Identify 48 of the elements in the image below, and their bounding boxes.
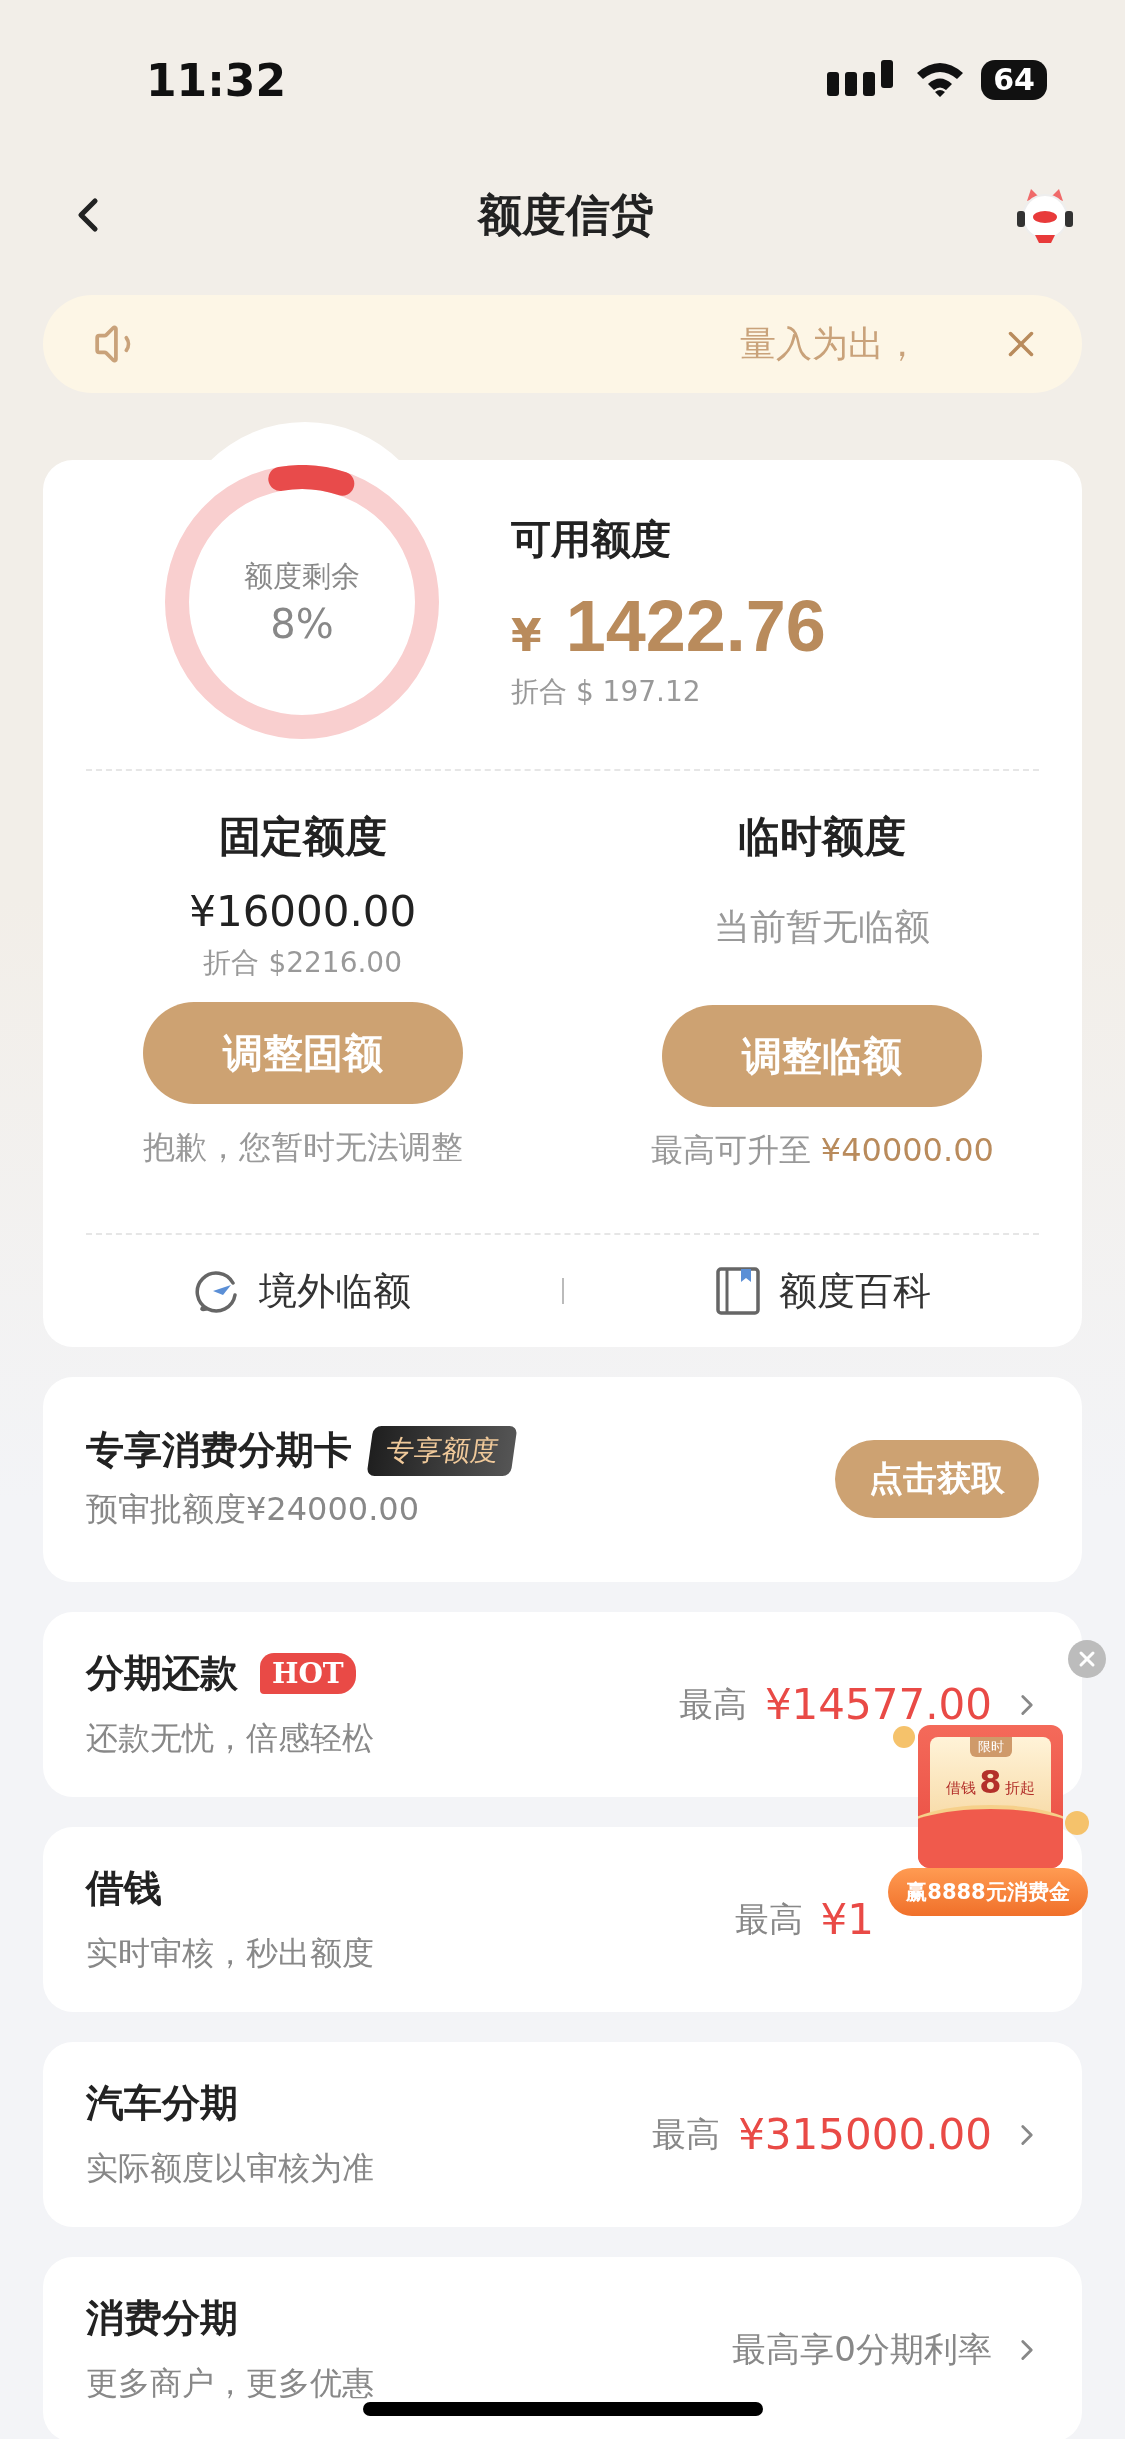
limit-note: 最高可升至 ¥40000.00 — [650, 1130, 994, 1171]
converted-amount: 折合 $ 197.12 — [511, 674, 702, 710]
ring-percentage: 8% — [270, 601, 334, 647]
limit-title: 固定额度 — [218, 811, 387, 863]
shortcut-link[interactable]: 境外临额 — [43, 1265, 562, 1317]
product-row[interactable]: 汽车分期 实际额度以审核为准 最高 ¥315000.00 — [43, 2042, 1082, 2227]
wifi-icon — [915, 61, 966, 99]
amount-prefix: 最高 — [734, 1897, 803, 1941]
amount-prefix: 最高 — [678, 1682, 747, 1726]
limit-note: 抱歉，您暂时无法调整 — [142, 1127, 463, 1168]
coin-icon — [1064, 1810, 1090, 1836]
currency-symbol: ¥ — [511, 610, 542, 661]
page-title: 额度信贷 — [477, 187, 654, 242]
product-subtitle: 更多商户，更多优惠 — [86, 2363, 374, 2404]
promo-tag: 限时 — [969, 1737, 1012, 1757]
offer-tag: 专享额度 — [366, 1425, 518, 1476]
coin-icon — [892, 1725, 916, 1749]
offer-title: 专享消费分期卡 — [86, 1427, 352, 1474]
product-subtitle: 还款无忧，倍感轻松 — [86, 1718, 374, 1759]
product-subtitle: 实时审核，秒出额度 — [86, 1933, 374, 1974]
gift-envelope[interactable]: 限时 借钱 8 折起 — [918, 1725, 1063, 1868]
available-amount: 1422.76 — [565, 585, 826, 667]
max-amount: ¥1 — [820, 1895, 874, 1944]
product-title: 汽车分期 — [86, 2080, 238, 2127]
promo-text: 借钱 — [946, 1779, 977, 1798]
battery-level: 64 — [981, 60, 1047, 100]
limit-amount: ¥16000.00 — [189, 887, 417, 936]
mascot-icon[interactable] — [1015, 187, 1075, 243]
amount-prefix: 最高 — [652, 2112, 721, 2156]
status-time: 11:32 — [146, 54, 287, 106]
converted-amount: 折合 $2216.00 — [203, 945, 402, 981]
amount-prefix: 最高享0分期利率 — [732, 2327, 992, 2371]
offer-subtitle: 预审批额度¥24000.00 — [86, 1489, 421, 1530]
product-subtitle: 实际额度以审核为准 — [86, 2148, 374, 2189]
promo-text: 折起 — [1004, 1779, 1035, 1798]
product-title: 借钱 — [86, 1865, 162, 1912]
hot-badge: HOT — [260, 1653, 356, 1694]
product-row[interactable]: 消费分期 更多商户，更多优惠 最高享0分期利率 — [43, 2257, 1082, 2439]
product-title: 分期还款 — [86, 1650, 238, 1697]
max-amount: ¥315000.00 — [738, 2110, 992, 2159]
available-label: 可用额度 — [511, 515, 672, 564]
book-icon — [714, 1266, 761, 1316]
shortcut-link[interactable]: 额度百科 — [563, 1265, 1082, 1317]
limit-status: 当前暂无临额 — [714, 905, 931, 949]
ring-label: 额度剩余 — [244, 558, 360, 595]
notice-text: 量入为出， — [740, 321, 920, 366]
limit-title: 临时额度 — [738, 811, 907, 863]
product-title: 消费分期 — [86, 2295, 238, 2342]
